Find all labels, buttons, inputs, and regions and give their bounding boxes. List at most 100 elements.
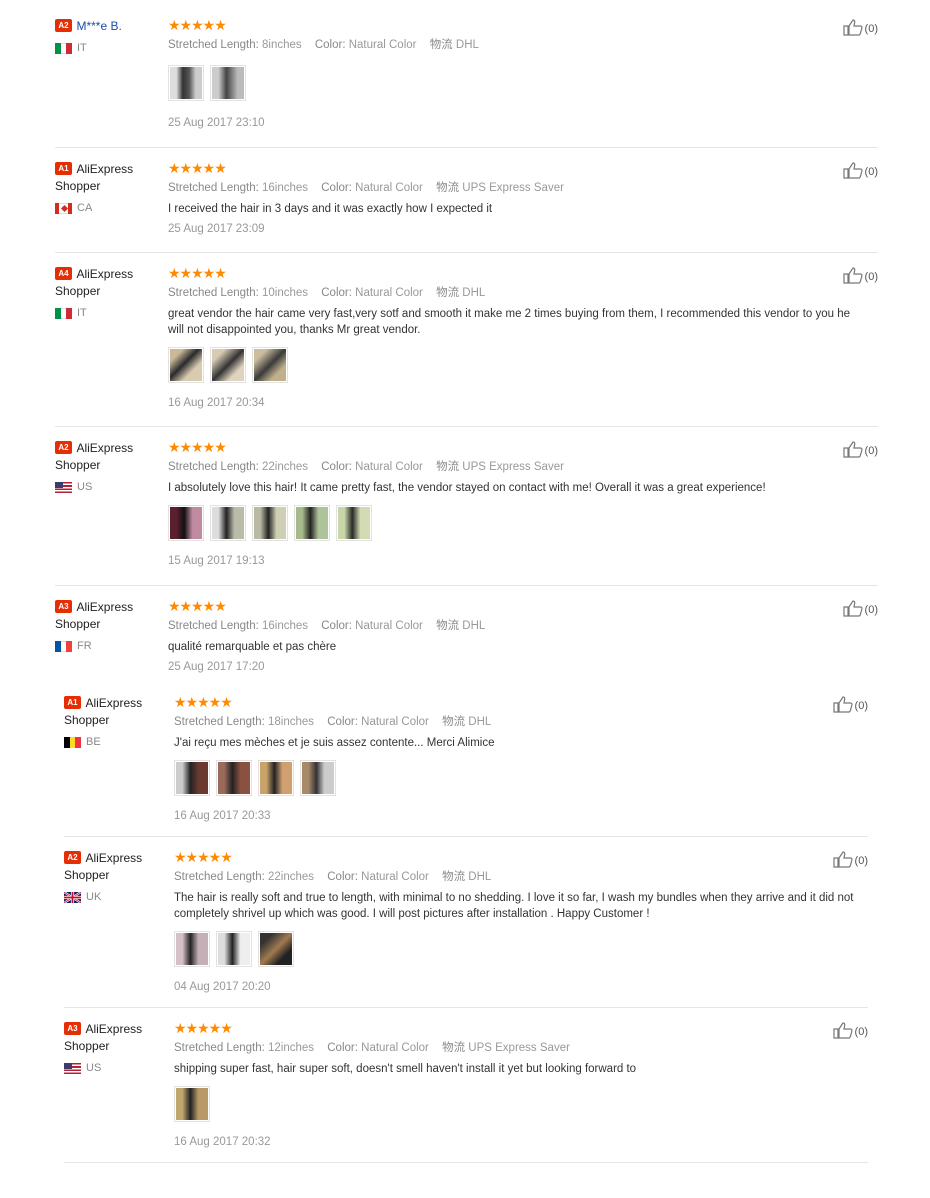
review-photo-thumbnail[interactable]: [210, 505, 246, 541]
star-rating: ★★★★★: [168, 265, 227, 281]
order-attributes: Stretched Length: 16inches Color: Natura…: [168, 182, 564, 194]
reviewer-info: A2 AliExpress Shopper US: [55, 439, 160, 494]
helpful-button[interactable]: (0): [832, 696, 868, 716]
helpful-button[interactable]: (0): [832, 851, 868, 871]
buyer-level-badge: A2: [64, 851, 81, 864]
reviewer-name-line2: Shopper: [64, 1039, 110, 1053]
review-photo-thumbnail[interactable]: [210, 347, 246, 383]
thumbs-up-icon: [842, 19, 865, 39]
thumbs-up-icon: [832, 696, 855, 716]
helpful-button[interactable]: (0): [842, 600, 878, 620]
order-attributes: Stretched Length: 22inches Color: Natura…: [174, 871, 492, 883]
review-date: 25 Aug 2017 23:09: [168, 223, 265, 235]
review-photo-thumbnail[interactable]: [258, 760, 294, 796]
star-rating: ★★★★★: [168, 17, 227, 33]
star-rating: ★★★★★: [168, 598, 227, 614]
review-date: 16 Aug 2017 20:33: [174, 810, 271, 822]
buyer-level-badge: A1: [55, 162, 72, 175]
review-body: ★★★★★ Stretched Length: 16inches Color: …: [168, 598, 485, 675]
review-photo-thumbnail[interactable]: [174, 931, 210, 967]
review-photo-thumbnail[interactable]: [168, 65, 204, 101]
thumbs-up-icon: [842, 267, 865, 287]
review-text: The hair is really soft and true to leng…: [174, 892, 854, 920]
reviewer-name-line2: Shopper: [55, 617, 101, 631]
review-text: qualité remarquable et pas chère: [168, 641, 337, 653]
review-photo-thumbnail[interactable]: [216, 931, 252, 967]
review-body: ★★★★★ Stretched Length: 22inches Color: …: [168, 439, 868, 569]
reviewer-name-line2: Shopper: [55, 284, 101, 298]
flag-icon: [55, 640, 72, 652]
reviewer-name: AliExpress: [76, 162, 134, 176]
reviewer-name-line2: Shopper: [64, 868, 110, 882]
review-photo-thumbnail[interactable]: [336, 505, 372, 541]
review-photo-thumbnail[interactable]: [300, 760, 336, 796]
buyer-level-badge: A2: [55, 441, 72, 454]
review-text: J'ai reçu mes mèches et je suis assez co…: [174, 737, 495, 749]
reviewer-country: US: [64, 1061, 169, 1075]
order-attributes: Stretched Length: 22inches Color: Natura…: [168, 461, 564, 473]
order-attributes: Stretched Length: 10inches Color: Natura…: [168, 287, 486, 299]
flag-icon: [64, 1062, 81, 1074]
flag-icon: [55, 202, 72, 214]
review-body: ★★★★★ Stretched Length: 22inches Color: …: [174, 849, 868, 995]
review-photo-thumbnail[interactable]: [174, 760, 210, 796]
helpful-button[interactable]: (0): [842, 19, 878, 39]
reviewer-name: AliExpress: [76, 441, 134, 455]
reviewer-name: AliExpress: [85, 696, 143, 710]
reviewer-country: CA: [55, 201, 160, 215]
reviewer-country: FR: [55, 639, 160, 653]
reviewer-name[interactable]: M***e B.: [76, 19, 121, 33]
reviewer-name-line2: Shopper: [64, 713, 110, 727]
review-date: 16 Aug 2017 20:34: [168, 397, 265, 409]
star-rating: ★★★★★: [174, 849, 233, 865]
reviewer-name: AliExpress: [85, 1022, 143, 1036]
reviewer-country: IT: [55, 306, 160, 320]
review-photo-thumbnail[interactable]: [210, 65, 246, 101]
review-body: ★★★★★ Stretched Length: 12inches Color: …: [174, 1020, 636, 1150]
reviewer-info: A4 AliExpress Shopper IT: [55, 265, 160, 320]
order-attributes: Stretched Length: 16inches Color: Natura…: [168, 620, 486, 632]
review-body: ★★★★★ Stretched Length: 16inches Color: …: [168, 160, 564, 237]
order-attributes: Stretched Length: 8inches Color: Natural…: [168, 39, 479, 51]
thumbs-up-icon: [842, 441, 865, 461]
review-photo-thumbnail[interactable]: [258, 931, 294, 967]
buyer-level-badge: A3: [55, 600, 72, 613]
review-photos: [168, 347, 868, 383]
star-rating: ★★★★★: [174, 1020, 233, 1036]
helpful-button[interactable]: (0): [842, 162, 878, 182]
reviewer-name: AliExpress: [76, 267, 134, 281]
order-attributes: Stretched Length: 12inches Color: Natura…: [174, 1042, 570, 1054]
star-rating: ★★★★★: [168, 160, 227, 176]
review-photo-thumbnail[interactable]: [252, 347, 288, 383]
reviewer-name: AliExpress: [76, 600, 134, 614]
review-photo-thumbnail[interactable]: [252, 505, 288, 541]
review-date: 15 Aug 2017 19:13: [168, 555, 265, 567]
flag-icon: [55, 42, 72, 54]
flag-icon: [55, 307, 72, 319]
review-photo-thumbnail[interactable]: [174, 1086, 210, 1122]
review-photo-thumbnail[interactable]: [216, 760, 252, 796]
review-body: ★★★★★ Stretched Length: 8inches Color: N…: [168, 17, 479, 131]
review-photos: [174, 1086, 636, 1122]
review-photos: [168, 505, 868, 541]
star-rating: ★★★★★: [174, 694, 233, 710]
divider: [64, 836, 868, 837]
reviewer-name-line2: Shopper: [55, 179, 101, 193]
reviewer-info: A3 AliExpress Shopper FR: [55, 598, 160, 653]
reviewer-country: IT: [55, 41, 160, 55]
flag-icon: [55, 481, 72, 493]
helpful-button[interactable]: (0): [842, 441, 878, 461]
review-body: ★★★★★ Stretched Length: 18inches Color: …: [174, 694, 494, 824]
review-photo-thumbnail[interactable]: [168, 347, 204, 383]
reviewer-name: AliExpress: [85, 851, 143, 865]
review-photos: [174, 931, 868, 967]
helpful-button[interactable]: (0): [832, 1022, 868, 1042]
flag-icon: [64, 736, 81, 748]
review-date: 16 Aug 2017 20:32: [174, 1136, 271, 1148]
reviewer-info: A2 AliExpress Shopper UK: [64, 849, 169, 904]
review-photo-thumbnail[interactable]: [168, 505, 204, 541]
helpful-button[interactable]: (0): [842, 267, 878, 287]
review-photo-thumbnail[interactable]: [294, 505, 330, 541]
review-body: ★★★★★ Stretched Length: 10inches Color: …: [168, 265, 868, 411]
buyer-level-badge: A2: [55, 19, 72, 32]
